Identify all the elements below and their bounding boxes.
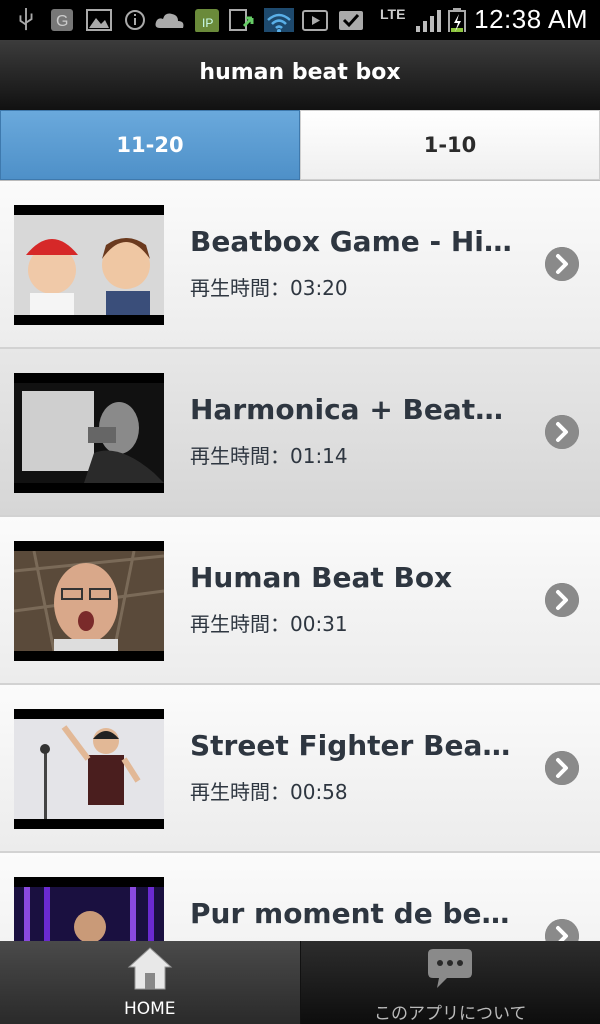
ip-icon: IP xyxy=(195,9,219,32)
list-item[interactable]: Beatbox Game - Hikaki... 再生時間：03:20 xyxy=(0,181,600,349)
info-icon xyxy=(125,10,145,30)
app-header: human beat box xyxy=(0,40,600,111)
list-item[interactable]: Street Fighter Beatbox 再生時間：00:58 xyxy=(0,685,600,853)
chevron-right-icon[interactable] xyxy=(545,751,579,785)
usb-icon xyxy=(19,8,33,31)
status-bar: G IP LTE 12:38 AM xyxy=(0,0,600,40)
signal-icon xyxy=(416,10,441,32)
list-item[interactable]: Pur moment de beat b... xyxy=(0,853,600,941)
video-title: Street Fighter Beatbox xyxy=(190,729,520,762)
nav-home-button[interactable]: HOME xyxy=(0,941,301,1024)
chevron-right-icon[interactable] xyxy=(545,247,579,281)
chat-bubble-icon xyxy=(428,949,473,988)
battery-icon xyxy=(448,8,466,32)
video-thumbnail xyxy=(14,877,164,941)
clock: 12:38 AM xyxy=(474,4,588,34)
video-title: Human Beat Box xyxy=(190,561,453,594)
check-icon xyxy=(339,11,363,30)
chevron-right-icon[interactable] xyxy=(545,919,579,941)
nav-about-button[interactable]: このアプリについて xyxy=(301,941,600,1024)
video-duration: 再生時間：00:58 xyxy=(190,780,348,804)
bottom-nav: HOME このアプリについて xyxy=(0,941,600,1024)
wifi-icon xyxy=(264,8,294,32)
list-item[interactable]: Human Beat Box 再生時間：00:31 xyxy=(0,517,600,685)
nav-about-label: このアプリについて xyxy=(374,1004,527,1024)
home-icon xyxy=(127,947,173,990)
video-duration: 再生時間：01:14 xyxy=(190,444,348,468)
video-list: Beatbox Game - Hikaki... 再生時間：03:20 Harm… xyxy=(0,181,600,941)
nav-home-label: HOME xyxy=(123,999,176,1019)
tab-bar: 11-20 1-10 xyxy=(0,110,600,181)
video-thumbnail xyxy=(14,373,164,493)
tab-1-10[interactable]: 1-10 xyxy=(300,110,600,180)
cloud-icon xyxy=(155,13,184,28)
video-duration: 再生時間：03:20 xyxy=(190,276,348,300)
chevron-right-icon[interactable] xyxy=(545,415,579,449)
lte-label: LTE xyxy=(380,6,406,22)
video-title: Beatbox Game - Hikaki... xyxy=(190,225,520,258)
video-duration: 再生時間：00:31 xyxy=(190,612,348,636)
tab-11-20[interactable]: 11-20 xyxy=(0,110,300,180)
video-thumbnail xyxy=(14,205,164,325)
list-item[interactable]: Harmonica + Beatbox: ... 再生時間：01:14 xyxy=(0,349,600,517)
video-thumbnail xyxy=(14,541,164,661)
svg-text:IP: IP xyxy=(202,16,213,30)
video-thumbnail xyxy=(14,709,164,829)
video-title: Harmonica + Beatbox: ... xyxy=(190,393,520,426)
video-title: Pur moment de beat b... xyxy=(190,897,520,930)
g-icon: G xyxy=(51,9,73,31)
chevron-right-icon[interactable] xyxy=(545,583,579,617)
play-store-icon xyxy=(302,10,328,31)
image-icon xyxy=(86,9,112,31)
download-icon xyxy=(229,9,254,31)
page-title: human beat box xyxy=(199,60,401,85)
svg-text:G: G xyxy=(56,13,68,30)
